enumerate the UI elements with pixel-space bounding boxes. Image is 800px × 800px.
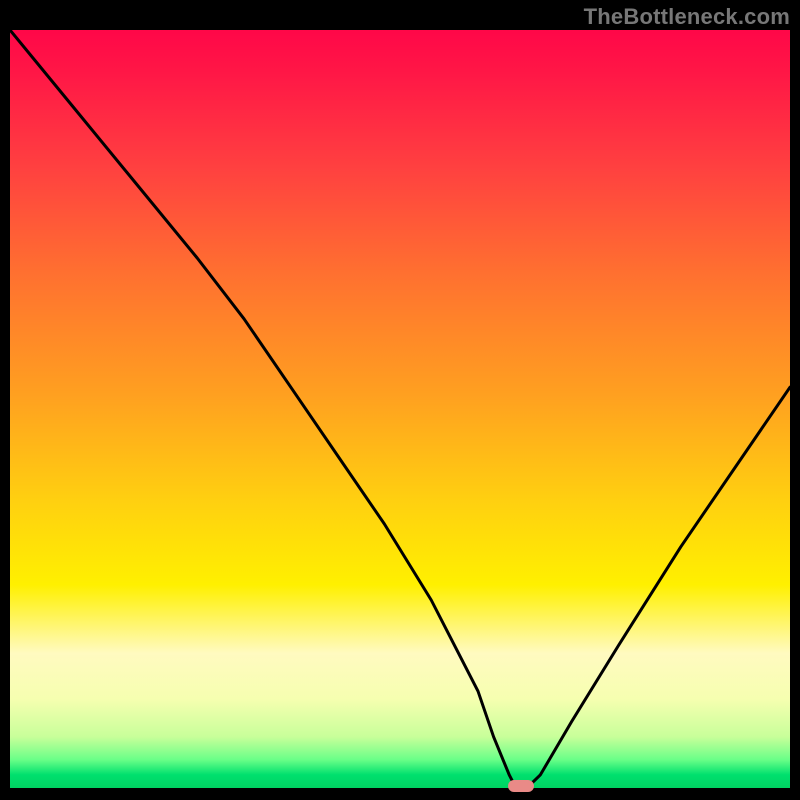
watermark-text: TheBottleneck.com [584,4,790,30]
chart-stage: TheBottleneck.com [0,0,800,800]
optimal-point-marker [508,780,534,792]
x-axis-baseline [10,788,790,790]
plot-area [10,30,790,790]
bottleneck-curve [10,30,790,790]
